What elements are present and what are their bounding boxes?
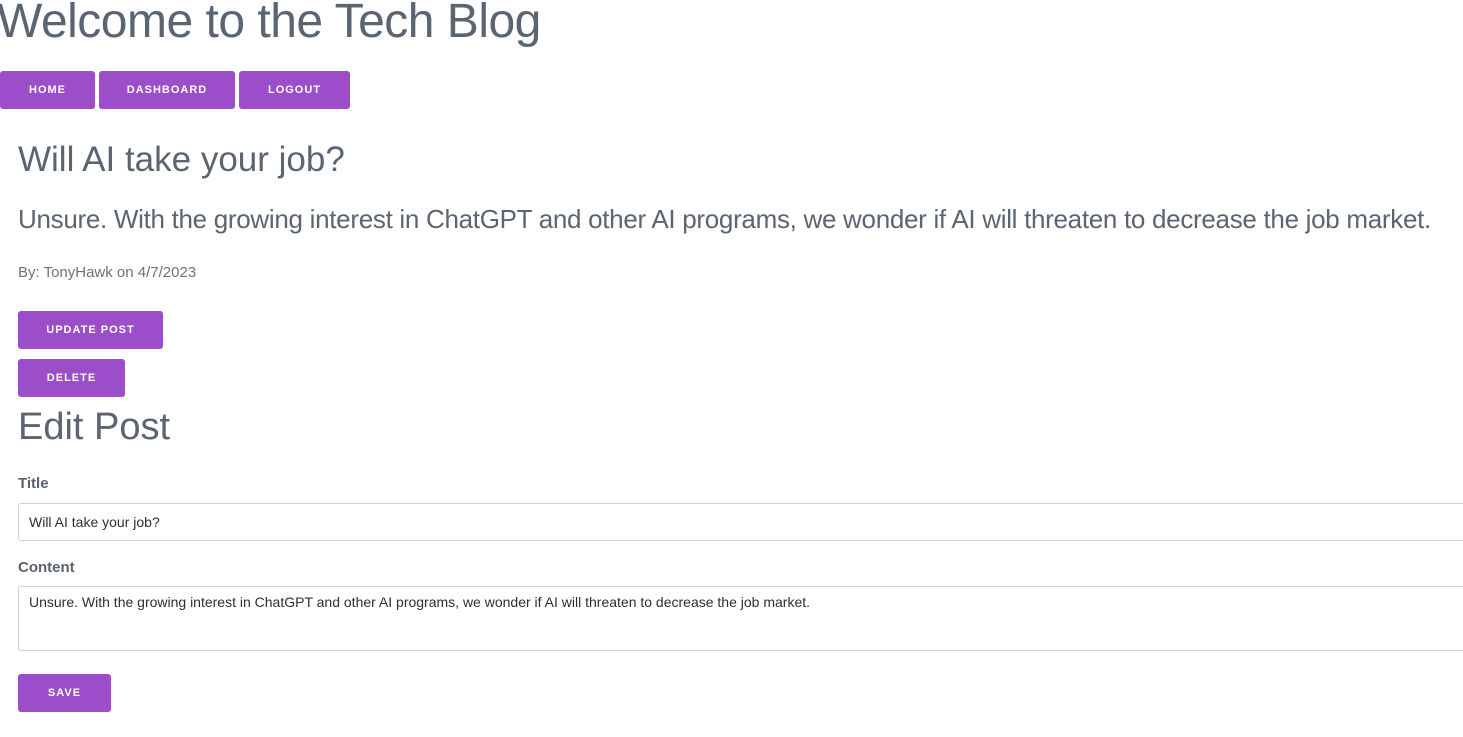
content-textarea[interactable]: Unsure. With the growing interest in Cha… xyxy=(18,586,1463,651)
nav-dashboard-button[interactable]: DASHBOARD xyxy=(99,71,235,109)
nav-logout-button[interactable]: LOGOUT xyxy=(239,71,350,109)
post-byline: By: TonyHawk on 4/7/2023 xyxy=(18,264,197,281)
update-post-button[interactable]: UPDATE POST xyxy=(18,311,163,349)
delete-post-button[interactable]: DELETE xyxy=(18,359,125,397)
title-label: Title xyxy=(18,475,49,492)
post-title: Will AI take your job? xyxy=(18,140,345,179)
nav-home-button[interactable]: HOME xyxy=(0,71,95,109)
site-title: Welcome to the Tech Blog xyxy=(0,0,541,48)
edit-post-heading: Edit Post xyxy=(18,406,171,448)
post-content: Unsure. With the growing interest in Cha… xyxy=(18,204,1431,234)
title-input[interactable] xyxy=(18,503,1463,541)
content-label: Content xyxy=(18,559,75,576)
save-button[interactable]: SAVE xyxy=(18,674,111,712)
